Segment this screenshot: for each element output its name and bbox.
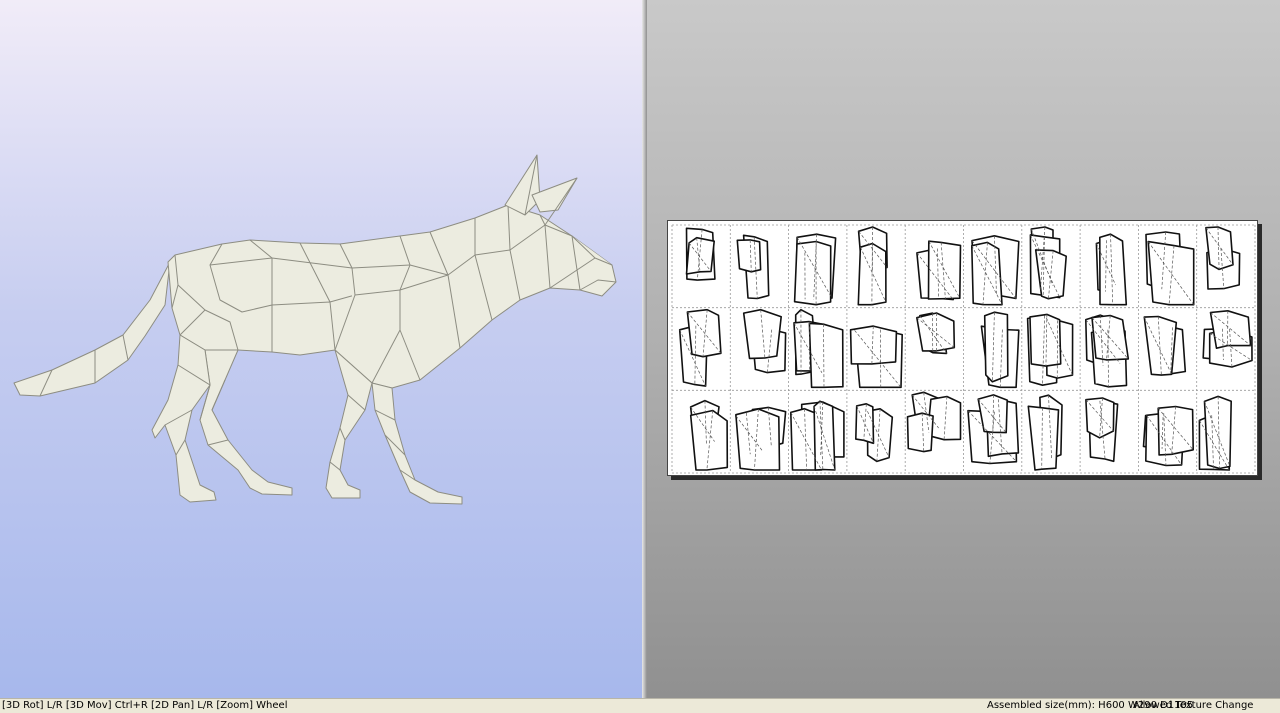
paper-part[interactable]	[849, 325, 898, 365]
paper-part[interactable]	[689, 409, 729, 471]
wolf-model	[13, 154, 617, 505]
paper-part[interactable]	[855, 403, 875, 445]
paper-part[interactable]	[1143, 315, 1178, 376]
2d-viewport[interactable]	[647, 0, 1280, 698]
paper-part[interactable]	[793, 240, 832, 306]
paper-part[interactable]	[735, 408, 781, 471]
paper-part[interactable]	[1098, 233, 1128, 306]
paper-part[interactable]	[736, 239, 762, 273]
paper-part[interactable]	[1209, 310, 1252, 349]
pattern-sheet	[667, 220, 1258, 476]
paper-part[interactable]	[906, 412, 934, 453]
controls-hint: [3D Rot] L/R [3D Mov] Ctrl+R [2D Pan] L/…	[2, 700, 288, 711]
paper-part[interactable]	[686, 308, 722, 358]
paper-part[interactable]	[1203, 395, 1233, 470]
unfolded-parts	[671, 224, 1256, 474]
paper-part[interactable]	[742, 308, 782, 360]
paper-part[interactable]	[1027, 405, 1060, 471]
status-bar: [3D Rot] L/R [3D Mov] Ctrl+R [2D Pan] L/…	[0, 698, 1280, 713]
paper-part[interactable]	[916, 312, 956, 352]
paper-part[interactable]	[685, 236, 716, 275]
texture-mode-label: Allowed Texture Change	[1133, 700, 1254, 711]
3d-viewport[interactable]	[0, 0, 642, 698]
paper-part[interactable]	[1029, 313, 1062, 367]
paper-part[interactable]	[1034, 249, 1068, 300]
paper-part[interactable]	[808, 322, 844, 389]
paper-part[interactable]	[983, 311, 1009, 383]
